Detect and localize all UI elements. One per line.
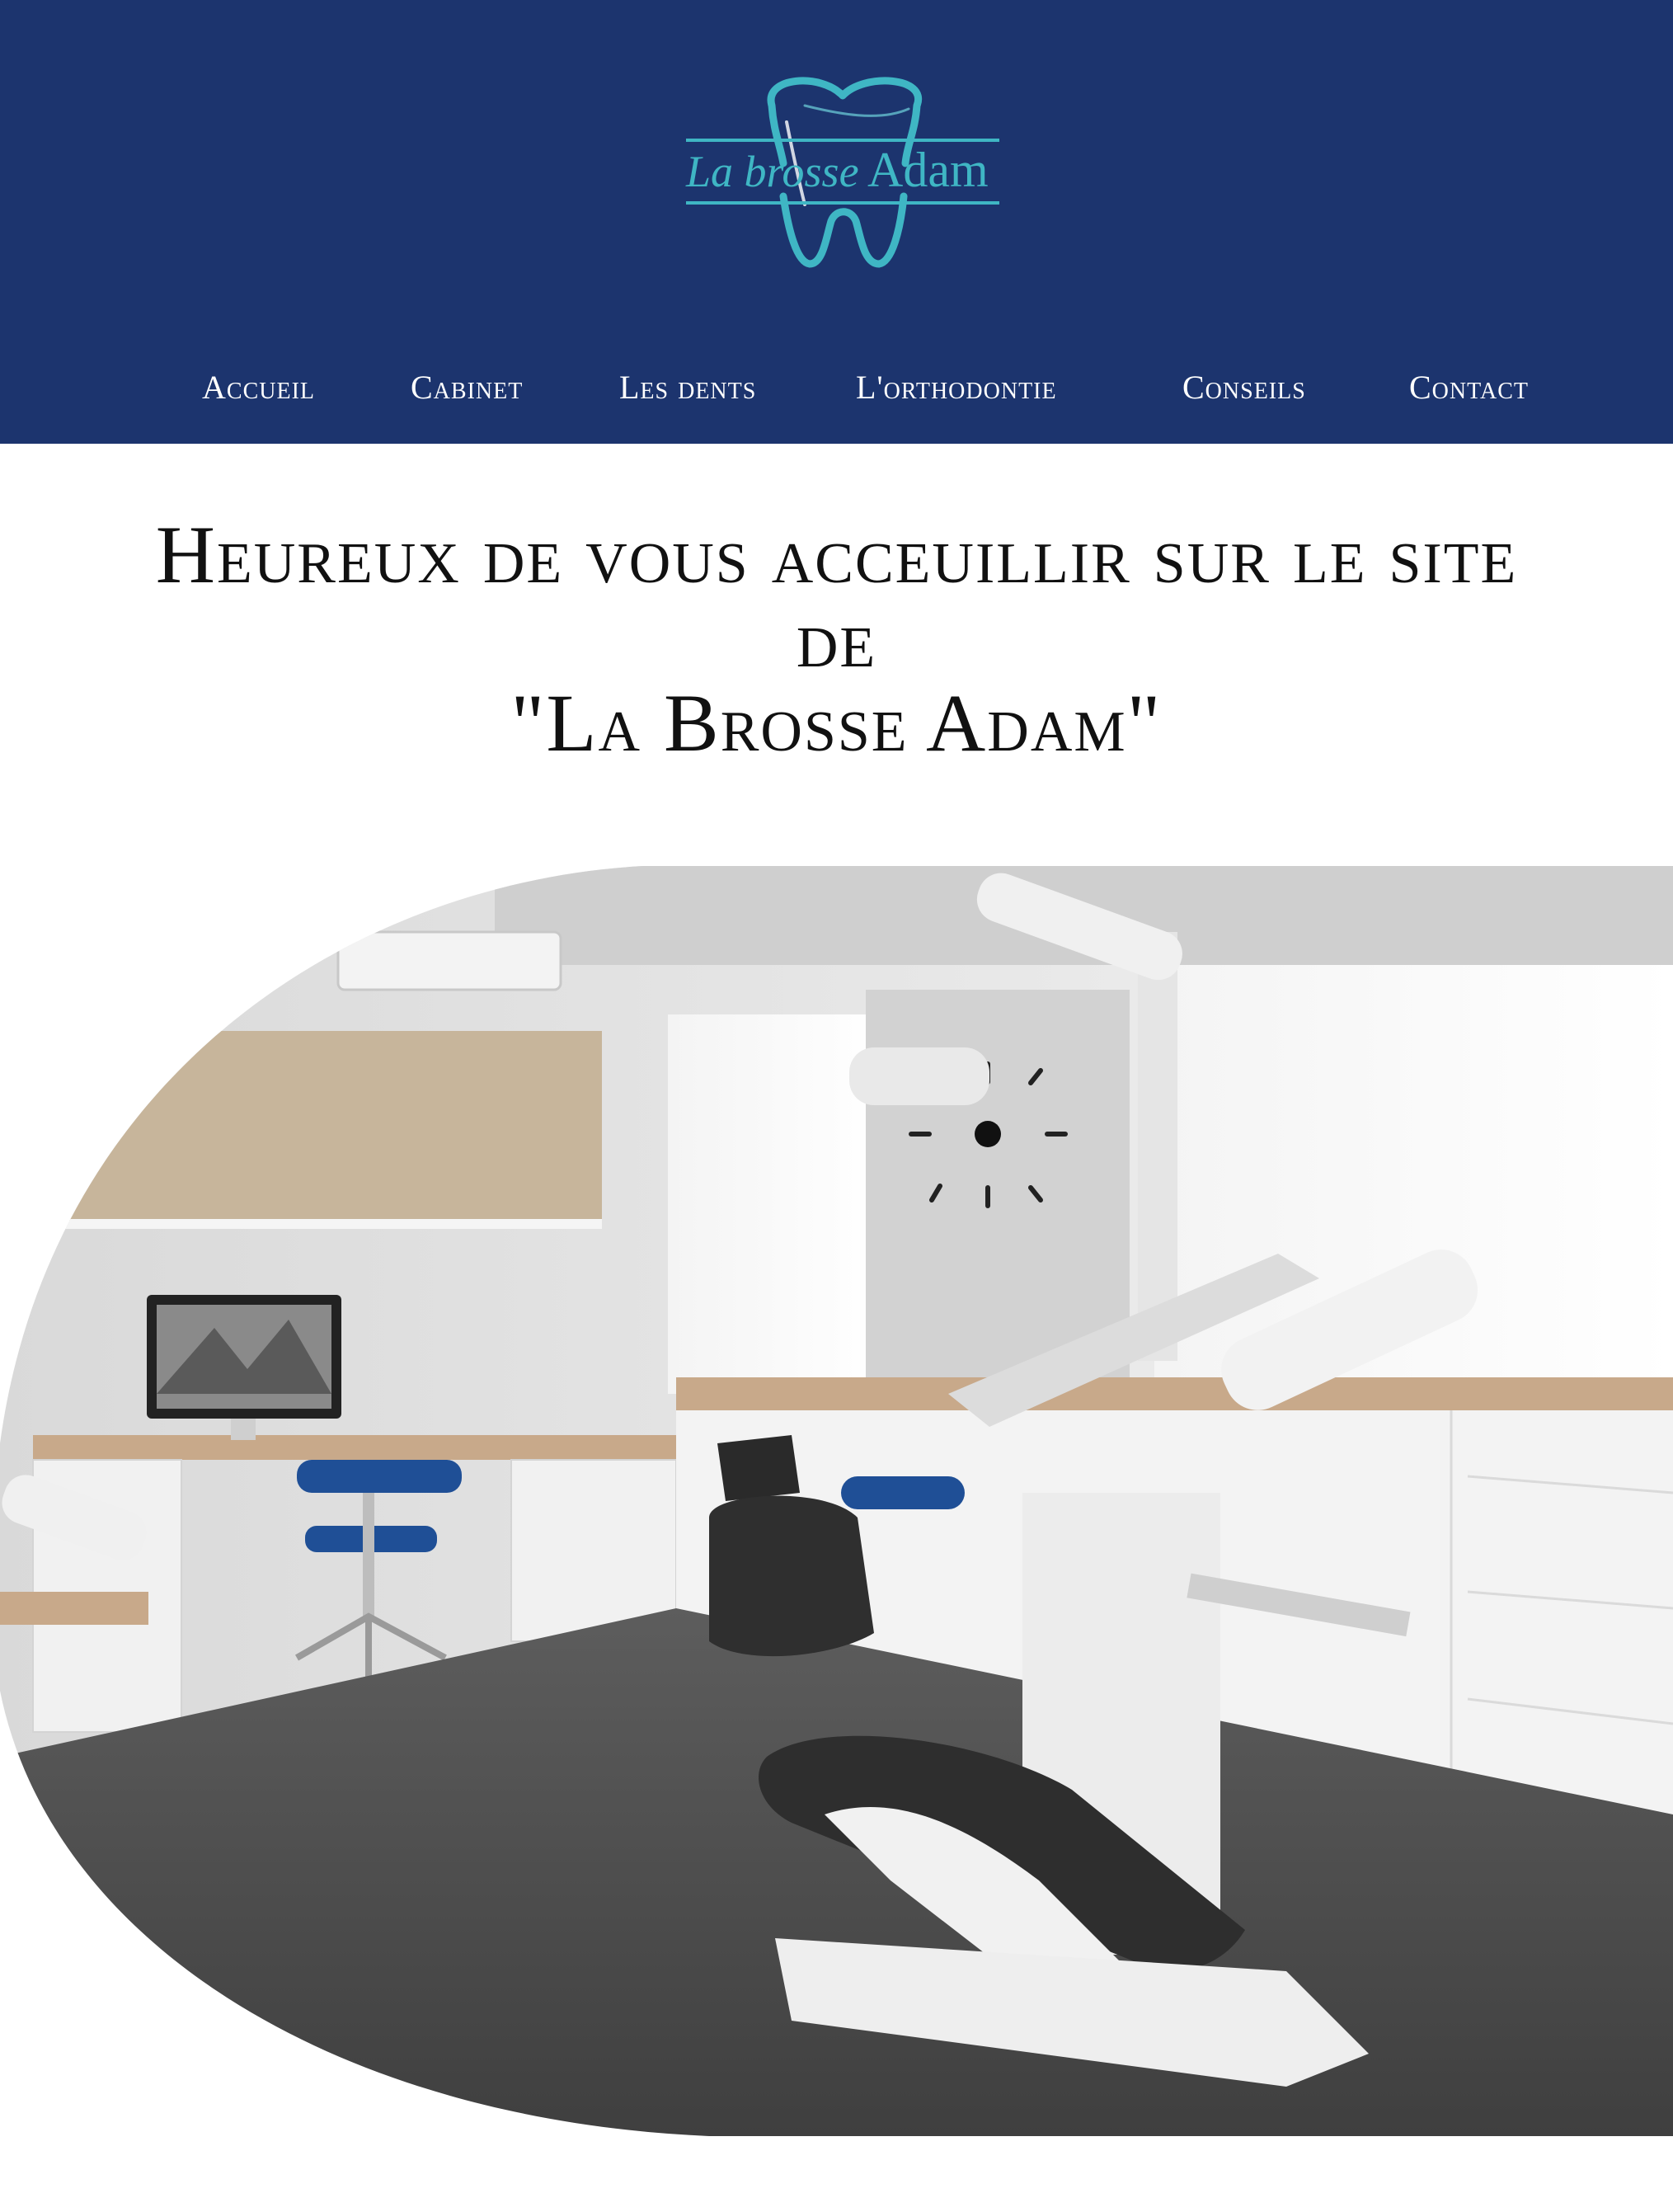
hero-image (0, 866, 1673, 2136)
page-headline: Heureux de vous acceuillir sur le site d… (16, 513, 1657, 765)
headline-line-1: Heureux de vous acceuillir sur le site (155, 509, 1518, 600)
main-nav: Accueil Cabinet Les dents L'orthodontie … (0, 355, 1673, 421)
headline-line-2: de (796, 593, 877, 685)
logo-top-rule (686, 139, 999, 142)
headline-line-3: "La Brosse Adam" (510, 677, 1163, 769)
nav-item-contact[interactable]: Contact (1409, 355, 1529, 421)
nav-item-les-dents[interactable]: Les dents (619, 355, 756, 421)
nav-item-conseils[interactable]: Conseils (1182, 355, 1306, 421)
logo-text-name: Adam (867, 143, 989, 197)
nav-item-accueil[interactable]: Accueil (202, 355, 315, 421)
site-logo[interactable]: La brosse Adam (681, 73, 1004, 275)
logo-bottom-rule (686, 201, 999, 205)
logo-text-script: La brosse (685, 147, 859, 196)
nav-item-cabinet[interactable]: Cabinet (411, 355, 523, 421)
nav-item-orthodontie[interactable]: L'orthodontie (856, 355, 1057, 421)
site-header: La brosse Adam Accueil Cabinet Les dents… (0, 0, 1673, 444)
